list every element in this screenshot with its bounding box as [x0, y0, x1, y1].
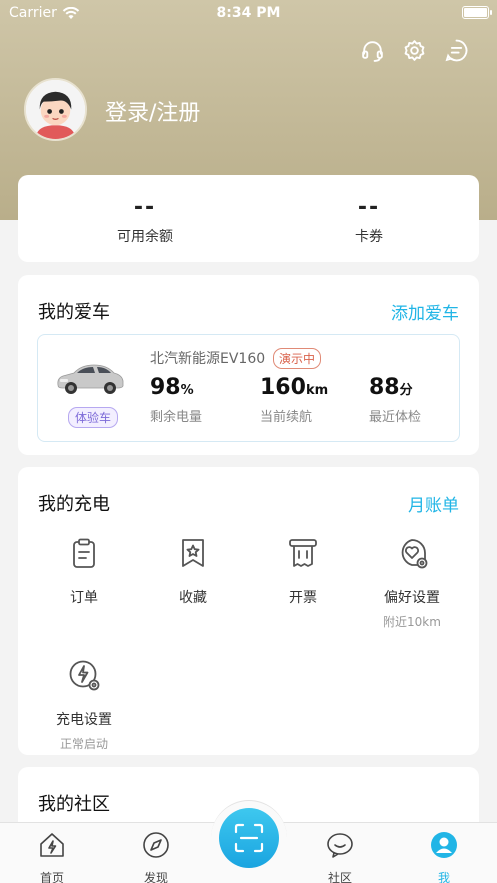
battery-label: 剩余电量 — [150, 410, 203, 425]
scan-button[interactable] — [219, 808, 279, 868]
tab-discover-label: 发现 — [143, 871, 168, 883]
orders-label: 订单 — [70, 590, 98, 606]
range-value: 160 — [260, 375, 306, 400]
checkup-stat: 88分 最近体检 — [369, 375, 421, 425]
avatar[interactable] — [24, 78, 87, 141]
favorites-item[interactable]: 收藏 — [138, 537, 248, 607]
monthly-bill-link[interactable]: 月账单 — [408, 491, 459, 516]
balance-card: -- 可用余额 -- 卡券 — [18, 175, 479, 262]
header-actions — [360, 38, 469, 63]
battery-stat: 98% 剩余电量 — [150, 375, 202, 425]
balance-value: -- — [133, 195, 157, 220]
checkup-value: 88 — [369, 375, 400, 400]
coupons[interactable]: -- 卡券 — [269, 195, 469, 246]
range-unit: km — [305, 383, 329, 398]
status-bar: Carrier 8:34 PM — [0, 0, 497, 26]
car-info-box[interactable]: 体验车 北汽新能源EV160 演示中 98% 剩余电量 160km 当前续航 8… — [37, 334, 460, 442]
compass-icon — [143, 832, 169, 858]
chat-bubble-icon — [327, 833, 353, 858]
charge-settings-item[interactable]: 充电设置 正常启动 — [29, 659, 139, 752]
preference-heart-icon — [401, 539, 428, 569]
tab-me-label: 我 — [437, 871, 450, 883]
home-icon — [40, 833, 64, 857]
preference-item[interactable]: 偏好设置 附近10km — [357, 537, 467, 630]
tab-me[interactable]: 我 — [409, 831, 479, 883]
car-image — [57, 364, 124, 394]
checkup-label: 最近体检 — [369, 410, 422, 425]
order-clipboard-icon — [73, 538, 95, 568]
orders-item[interactable]: 订单 — [29, 537, 139, 607]
login-register-link[interactable]: 登录/注册 — [105, 95, 200, 127]
clock: 8:34 PM — [216, 5, 281, 21]
available-balance[interactable]: -- 可用余额 — [45, 195, 245, 246]
tab-community-label: 社区 — [327, 871, 352, 883]
favorites-label: 收藏 — [179, 590, 207, 606]
favorite-star-icon — [182, 539, 204, 567]
battery-unit: % — [180, 383, 194, 398]
balance-label: 可用余额 — [117, 229, 173, 245]
avatar-icon — [26, 80, 85, 139]
invoice-item[interactable]: 开票 — [248, 537, 358, 607]
headset-icon[interactable] — [360, 38, 385, 63]
coupon-label: 卡券 — [355, 229, 383, 245]
tab-home-label: 首页 — [39, 871, 64, 883]
message-icon[interactable] — [444, 38, 469, 63]
battery-value: 98 — [150, 375, 181, 400]
preference-sub: 附近10km — [383, 615, 441, 629]
settings-icon[interactable] — [402, 38, 427, 63]
coupon-value: -- — [357, 195, 381, 220]
profile-icon — [431, 832, 457, 858]
my-charging-title: 我的充电 — [38, 494, 110, 515]
my-car-card: 我的爱车 添加爱车 体验车 北汽新能源EV160 演示中 98% 剩余电量 16… — [18, 275, 479, 455]
demo-status-badge: 演示中 — [273, 348, 322, 369]
trial-car-badge: 体验车 — [68, 407, 119, 428]
tab-home[interactable]: 首页 — [17, 831, 87, 883]
invoice-label: 开票 — [289, 590, 317, 606]
tab-discover[interactable]: 发现 — [121, 831, 191, 883]
scan-icon — [234, 823, 264, 853]
charge-settings-label: 充电设置 — [56, 712, 112, 728]
tab-community[interactable]: 社区 — [305, 831, 375, 883]
invoice-icon — [289, 539, 317, 567]
my-charging-card: 我的充电 月账单 订单 收藏 开票 偏好设置 附近10km 充电设置 正常启动 — [18, 467, 479, 755]
charge-settings-icon — [69, 660, 100, 691]
range-label: 当前续航 — [260, 410, 313, 425]
add-car-link[interactable]: 添加爱车 — [391, 299, 459, 324]
range-stat: 160km 当前续航 — [260, 375, 328, 425]
battery-icon — [462, 6, 492, 19]
car-model-name: 北汽新能源EV160 — [150, 351, 266, 367]
preference-label: 偏好设置 — [384, 590, 440, 606]
charge-settings-sub: 正常启动 — [59, 737, 108, 751]
my-community-title: 我的社区 — [38, 794, 110, 815]
my-car-title: 我的爱车 — [38, 302, 110, 323]
checkup-unit: 分 — [399, 383, 413, 398]
